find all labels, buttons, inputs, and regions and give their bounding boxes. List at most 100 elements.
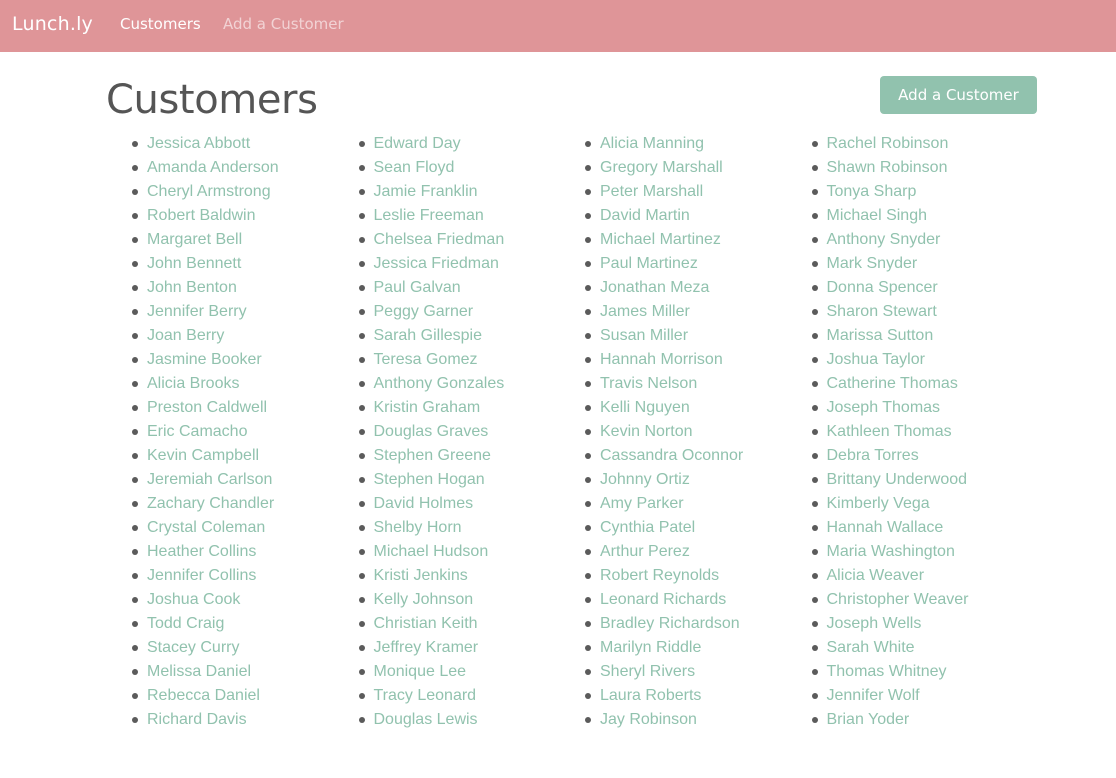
customer-link[interactable]: Richard Davis — [147, 711, 247, 728]
customer-link[interactable]: David Martin — [600, 207, 690, 224]
nav-link-add-customer[interactable]: Add a Customer — [223, 15, 344, 33]
customer-link[interactable]: Teresa Gomez — [374, 351, 478, 368]
customer-link[interactable]: John Benton — [147, 279, 237, 296]
customer-link[interactable]: Tracy Leonard — [374, 687, 477, 704]
customer-link[interactable]: Heather Collins — [147, 543, 256, 560]
customer-link[interactable]: Amanda Anderson — [147, 159, 279, 176]
customer-link[interactable]: Joan Berry — [147, 327, 224, 344]
customer-link[interactable]: Jeffrey Kramer — [374, 639, 479, 656]
customer-link[interactable]: Alicia Brooks — [147, 375, 239, 392]
customer-link[interactable]: Leslie Freeman — [374, 207, 484, 224]
nav-link-customers[interactable]: Customers — [120, 15, 201, 33]
customer-link[interactable]: Thomas Whitney — [827, 663, 947, 680]
customer-link[interactable]: Bradley Richardson — [600, 615, 740, 632]
customer-link[interactable]: Brittany Underwood — [827, 471, 968, 488]
customer-link[interactable]: Kevin Norton — [600, 423, 693, 440]
customer-link[interactable]: Robert Reynolds — [600, 567, 719, 584]
customer-link[interactable]: Kelly Johnson — [374, 591, 474, 608]
customer-link[interactable]: Douglas Lewis — [374, 711, 478, 728]
customer-link[interactable]: Susan Miller — [600, 327, 688, 344]
customer-link[interactable]: Anthony Gonzales — [374, 375, 505, 392]
customer-link[interactable]: Joshua Taylor — [827, 351, 925, 368]
customer-link[interactable]: Anthony Snyder — [827, 231, 941, 248]
customer-link[interactable]: Peter Marshall — [600, 183, 703, 200]
customer-link[interactable]: David Holmes — [374, 495, 474, 512]
customer-link[interactable]: Sheryl Rivers — [600, 663, 695, 680]
customer-link[interactable]: Laura Roberts — [600, 687, 701, 704]
customer-link[interactable]: Kristi Jenkins — [374, 567, 468, 584]
customer-link[interactable]: Cassandra Oconnor — [600, 447, 743, 464]
customer-link[interactable]: Monique Lee — [374, 663, 467, 680]
customer-link[interactable]: Jessica Abbott — [147, 135, 250, 152]
customer-link[interactable]: Travis Nelson — [600, 375, 697, 392]
customer-link[interactable]: Jessica Friedman — [374, 255, 499, 272]
customer-link[interactable]: Christian Keith — [374, 615, 478, 632]
customer-link[interactable]: Chelsea Friedman — [374, 231, 505, 248]
customer-link[interactable]: Jonathan Meza — [600, 279, 709, 296]
customer-link[interactable]: Johnny Ortiz — [600, 471, 690, 488]
customer-link[interactable]: Arthur Perez — [600, 543, 690, 560]
customer-link[interactable]: Tonya Sharp — [827, 183, 917, 200]
customer-link[interactable]: Catherine Thomas — [827, 375, 958, 392]
customer-link[interactable]: Zachary Chandler — [147, 495, 274, 512]
customer-link[interactable]: Joseph Thomas — [827, 399, 941, 416]
customer-link[interactable]: Paul Galvan — [374, 279, 461, 296]
customer-link[interactable]: Alicia Weaver — [827, 567, 925, 584]
customer-link[interactable]: John Bennett — [147, 255, 241, 272]
customer-link[interactable]: Debra Torres — [827, 447, 919, 464]
customer-link[interactable]: Peggy Garner — [374, 303, 474, 320]
customer-link[interactable]: Crystal Coleman — [147, 519, 265, 536]
customer-link[interactable]: Sean Floyd — [374, 159, 455, 176]
customer-link[interactable]: Hannah Wallace — [827, 519, 944, 536]
customer-link[interactable]: Cynthia Patel — [600, 519, 695, 536]
customer-link[interactable]: Shelby Horn — [374, 519, 462, 536]
customer-link[interactable]: Michael Martinez — [600, 231, 721, 248]
customer-link[interactable]: Kevin Campbell — [147, 447, 259, 464]
customer-link[interactable]: Michael Hudson — [374, 543, 489, 560]
brand-link[interactable]: Lunch.ly — [12, 12, 93, 36]
customer-link[interactable]: Stephen Greene — [374, 447, 491, 464]
customer-link[interactable]: Jennifer Collins — [147, 567, 256, 584]
customer-link[interactable]: Sarah White — [827, 639, 915, 656]
customer-link[interactable]: Brian Yoder — [827, 711, 910, 728]
customer-link[interactable]: Margaret Bell — [147, 231, 242, 248]
customer-link[interactable]: Rachel Robinson — [827, 135, 949, 152]
customer-link[interactable]: Jennifer Berry — [147, 303, 247, 320]
customer-link[interactable]: Shawn Robinson — [827, 159, 948, 176]
add-customer-button[interactable]: Add a Customer — [880, 76, 1037, 114]
customer-link[interactable]: Douglas Graves — [374, 423, 489, 440]
customer-link[interactable]: Kimberly Vega — [827, 495, 930, 512]
customer-link[interactable]: Eric Camacho — [147, 423, 247, 440]
customer-link[interactable]: Cheryl Armstrong — [147, 183, 271, 200]
customer-link[interactable]: Stephen Hogan — [374, 471, 485, 488]
customer-link[interactable]: Jay Robinson — [600, 711, 697, 728]
customer-link[interactable]: Joseph Wells — [827, 615, 922, 632]
customer-link[interactable]: Kelli Nguyen — [600, 399, 690, 416]
customer-link[interactable]: Rebecca Daniel — [147, 687, 260, 704]
customer-link[interactable]: Jasmine Booker — [147, 351, 262, 368]
customer-link[interactable]: James Miller — [600, 303, 690, 320]
customer-link[interactable]: Jamie Franklin — [374, 183, 478, 200]
customer-link[interactable]: Mark Snyder — [827, 255, 918, 272]
customer-link[interactable]: Edward Day — [374, 135, 461, 152]
customer-link[interactable]: Hannah Morrison — [600, 351, 723, 368]
customer-link[interactable]: Amy Parker — [600, 495, 684, 512]
customer-link[interactable]: Alicia Manning — [600, 135, 704, 152]
customer-link[interactable]: Stacey Curry — [147, 639, 239, 656]
customer-link[interactable]: Paul Martinez — [600, 255, 698, 272]
customer-link[interactable]: Todd Craig — [147, 615, 224, 632]
customer-link[interactable]: Christopher Weaver — [827, 591, 969, 608]
customer-link[interactable]: Jeremiah Carlson — [147, 471, 272, 488]
customer-link[interactable]: Jennifer Wolf — [827, 687, 920, 704]
customer-link[interactable]: Sarah Gillespie — [374, 327, 483, 344]
customer-link[interactable]: Michael Singh — [827, 207, 928, 224]
customer-link[interactable]: Kathleen Thomas — [827, 423, 952, 440]
customer-link[interactable]: Gregory Marshall — [600, 159, 723, 176]
customer-link[interactable]: Sharon Stewart — [827, 303, 937, 320]
customer-link[interactable]: Kristin Graham — [374, 399, 481, 416]
customer-link[interactable]: Marilyn Riddle — [600, 639, 701, 656]
customer-link[interactable]: Melissa Daniel — [147, 663, 251, 680]
customer-link[interactable]: Joshua Cook — [147, 591, 240, 608]
customer-link[interactable]: Preston Caldwell — [147, 399, 267, 416]
customer-link[interactable]: Donna Spencer — [827, 279, 938, 296]
